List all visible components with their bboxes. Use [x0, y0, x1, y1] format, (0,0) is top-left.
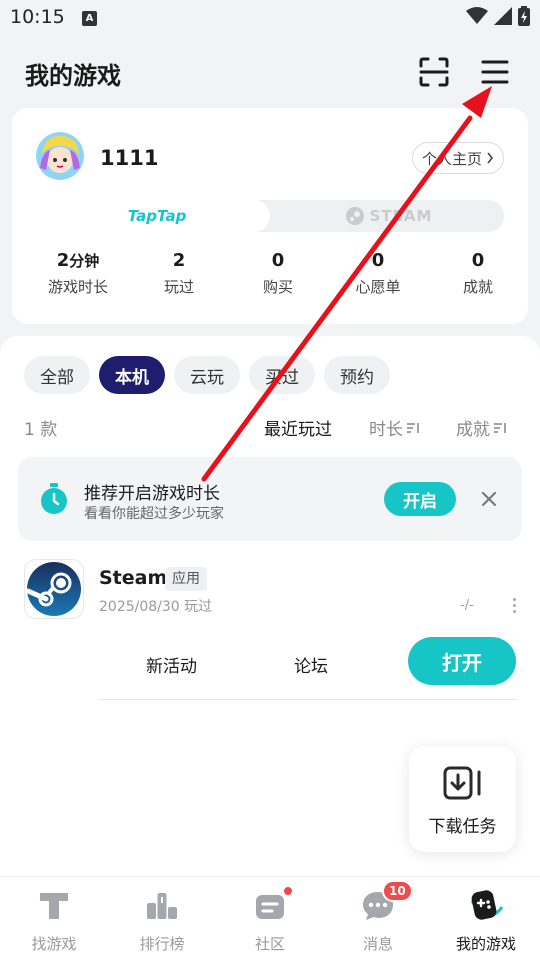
profile-card: 1111 个人主页 TapTap STEAM 2分钟 游戏时长 2 玩过 0 购…	[12, 108, 528, 324]
filter-chip-reserved[interactable]: 预约	[324, 356, 390, 394]
keyboard-indicator-icon: A	[82, 11, 97, 26]
sort-duration-label: 时长	[369, 420, 403, 440]
menu-button[interactable]	[475, 52, 515, 92]
message-badge: 10	[382, 880, 413, 902]
sort-achievement-label: 成就	[456, 420, 490, 440]
ranking-icon	[147, 893, 177, 919]
playtime-tip-card: 推荐开启游戏时长 看看你能超过多少玩家 开启	[18, 457, 522, 541]
nav-community[interactable]: 社区	[216, 877, 324, 960]
gamepad-icon	[470, 890, 504, 920]
filter-chip-all[interactable]: 全部	[24, 356, 90, 394]
sort-recent[interactable]: 最近玩过	[264, 415, 332, 440]
game-count: 1 款	[24, 420, 58, 440]
homepage-button[interactable]: 个人主页	[412, 142, 504, 174]
chevron-right-icon	[487, 152, 494, 164]
nav-my-games[interactable]: 我的游戏	[432, 877, 540, 960]
nav-find-games[interactable]: 找游戏	[0, 877, 108, 960]
nav-label: 消息	[362, 935, 393, 953]
status-icons	[466, 6, 530, 26]
stat-achievements[interactable]: 0 成就	[432, 250, 524, 297]
signal-icon	[494, 7, 512, 25]
nav-label: 我的游戏	[455, 935, 516, 953]
homepage-label: 个人主页	[421, 149, 482, 168]
stat-played[interactable]: 2 玩过	[133, 250, 225, 297]
download-tasks-button[interactable]: 下载任务	[409, 746, 516, 852]
sort-icon	[407, 422, 419, 433]
tip-title: 推荐开启游戏时长	[84, 484, 220, 504]
close-icon	[482, 492, 496, 506]
nav-label: 社区	[254, 935, 285, 953]
nav-label: 排行榜	[139, 935, 185, 953]
tip-close-button[interactable]	[476, 486, 502, 512]
enable-playtime-button[interactable]: 开启	[384, 482, 456, 516]
stat-label: 心愿单	[355, 278, 401, 296]
stat-value: 0	[471, 250, 485, 271]
stat-label: 玩过	[163, 278, 194, 296]
filter-chip-bought[interactable]: 买过	[249, 356, 315, 394]
tip-subtitle: 看看你能超过多少玩家	[84, 506, 224, 522]
platform-tab-steam[interactable]: STEAM	[274, 200, 504, 232]
platform-tab-taptap[interactable]: TapTap	[44, 200, 270, 232]
filter-chip-local[interactable]: 本机	[99, 356, 165, 394]
taptap-icon	[40, 893, 68, 919]
sort-achievement[interactable]: 成就	[456, 415, 507, 440]
stat-playtime[interactable]: 2分钟 游戏时长	[32, 250, 124, 297]
nav-ranking[interactable]: 排行榜	[108, 877, 216, 960]
open-game-button[interactable]: 打开	[408, 637, 516, 685]
username: 1111	[100, 146, 159, 170]
notification-dot	[282, 885, 294, 897]
game-name[interactable]: Steam	[99, 567, 167, 589]
stat-label: 游戏时长	[47, 278, 108, 296]
game-last-played: 2025/08/30 玩过	[99, 599, 213, 615]
game-rating: -/-	[460, 598, 474, 613]
scan-icon	[419, 57, 449, 87]
page-title: 我的游戏	[25, 62, 121, 90]
sort-icon	[494, 422, 506, 433]
menu-icon	[481, 60, 509, 84]
stat-value: 2	[172, 250, 186, 271]
game-tag: 应用	[165, 567, 207, 591]
download-tasks-label: 下载任务	[428, 817, 497, 837]
download-icon	[443, 766, 481, 800]
steam-logo-icon	[26, 562, 81, 616]
stat-value: 0	[271, 250, 285, 271]
more-options-button[interactable]	[506, 594, 522, 616]
battery-icon	[518, 6, 530, 26]
new-activity-link[interactable]: 新活动	[146, 652, 197, 677]
stat-purchased[interactable]: 0 购买	[232, 250, 324, 297]
platform-switch: TapTap STEAM	[44, 200, 504, 232]
scan-button[interactable]	[414, 52, 454, 92]
avatar[interactable]	[36, 132, 84, 180]
steam-logo-icon	[345, 207, 364, 225]
stat-label: 购买	[262, 278, 293, 296]
stat-value: 0	[371, 250, 385, 271]
nav-messages[interactable]: 10 消息	[324, 877, 432, 960]
stat-label: 成就	[462, 278, 493, 296]
bottom-nav: 找游戏 排行榜 社区 10 消息 我的游戏	[0, 876, 540, 960]
wifi-icon	[466, 7, 488, 24]
status-time: 10:15	[10, 6, 65, 28]
stat-unit: 分钟	[69, 252, 100, 270]
steam-app-icon[interactable]	[24, 559, 84, 619]
stat-value: 2	[56, 250, 70, 271]
filter-chip-cloud[interactable]: 云玩	[174, 356, 240, 394]
platform-steam-label: STEAM	[369, 207, 433, 225]
stopwatch-icon	[41, 483, 67, 514]
sort-duration[interactable]: 时长	[369, 415, 420, 440]
divider	[99, 699, 516, 700]
nav-label: 找游戏	[31, 935, 77, 953]
stat-wishlist[interactable]: 0 心愿单	[332, 250, 424, 297]
forum-link[interactable]: 论坛	[294, 652, 328, 677]
